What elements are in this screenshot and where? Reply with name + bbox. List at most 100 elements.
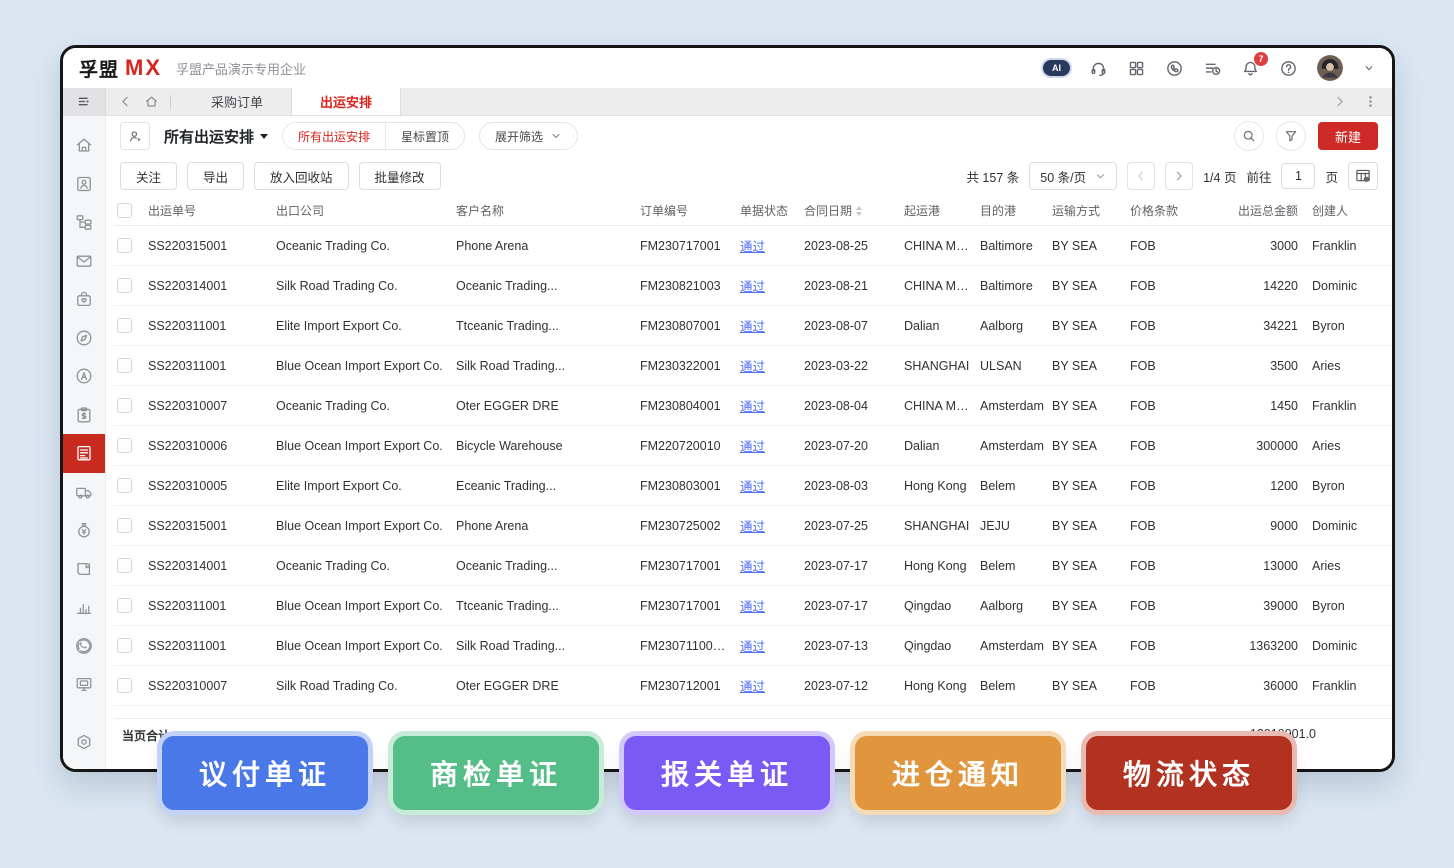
sidebar-item-compass[interactable] — [63, 319, 105, 358]
table-row[interactable]: SS220311001Elite Import Export Co.Ttcean… — [114, 306, 1392, 346]
sidebar-item-home[interactable] — [63, 126, 105, 165]
status-link[interactable]: 通过 — [740, 680, 765, 694]
flow-button-3[interactable]: 报关单证 — [624, 736, 830, 810]
tab-shipping-arrangement[interactable]: 出运安排 — [292, 88, 401, 115]
column-header-status[interactable]: 单据状态 — [740, 202, 804, 219]
filter-funnel-icon[interactable] — [1276, 121, 1306, 151]
status-link[interactable]: 通过 — [740, 400, 765, 414]
tab-purchase-orders[interactable]: 采购订单 — [183, 88, 292, 115]
row-checkbox[interactable] — [117, 678, 132, 693]
row-checkbox[interactable] — [117, 438, 132, 453]
page-size-select[interactable]: 50 条/页 — [1029, 162, 1117, 190]
column-header-exporter[interactable]: 出口公司 — [276, 202, 456, 219]
ai-assistant-icon[interactable]: AI — [1043, 60, 1070, 76]
row-checkbox[interactable] — [117, 278, 132, 293]
table-row[interactable]: SS220310007Oceanic Trading Co.Oter EGGER… — [114, 386, 1392, 426]
more-options-icon[interactable] — [1363, 94, 1378, 109]
status-link[interactable]: 通过 — [740, 240, 765, 254]
search-icon[interactable] — [1234, 121, 1264, 151]
view-title-dropdown[interactable]: 所有出运安排 — [164, 126, 268, 147]
sidebar-item-shipping[interactable] — [63, 434, 105, 473]
status-link[interactable]: 通过 — [740, 360, 765, 374]
bell-icon[interactable]: 7 — [1241, 59, 1260, 78]
chevron-left-icon[interactable] — [118, 94, 133, 109]
expand-filter-button[interactable]: 展开筛选 — [479, 122, 578, 150]
status-link[interactable]: 通过 — [740, 640, 765, 654]
chevron-right-icon[interactable] — [1332, 94, 1347, 109]
row-checkbox[interactable] — [117, 478, 132, 493]
select-all-checkbox[interactable] — [117, 203, 132, 218]
sidebar-item-org-structure[interactable] — [63, 203, 105, 242]
status-link[interactable]: 通过 — [740, 440, 765, 454]
row-checkbox[interactable] — [117, 558, 132, 573]
table-settings-icon[interactable] — [1348, 162, 1378, 190]
home-icon[interactable] — [144, 94, 159, 109]
column-header-date[interactable]: 合同日期 — [804, 202, 904, 219]
table-row[interactable]: SS220315001Blue Ocean Import Export Co.P… — [114, 506, 1392, 546]
table-row[interactable]: SS220311001Blue Ocean Import Export Co.T… — [114, 586, 1392, 626]
user-avatar[interactable] — [1317, 55, 1343, 81]
status-link[interactable]: 通过 — [740, 560, 765, 574]
flow-button-2[interactable]: 商检单证 — [393, 736, 599, 810]
sidebar-item-display[interactable] — [63, 665, 105, 704]
sidebar-item-products[interactable] — [63, 280, 105, 319]
table-row[interactable]: SS220311001Blue Ocean Import Export Co.S… — [114, 346, 1392, 386]
row-checkbox[interactable] — [117, 638, 132, 653]
row-checkbox[interactable] — [117, 398, 132, 413]
sidebar-item-settings[interactable] — [63, 723, 105, 762]
prev-page-button[interactable] — [1127, 162, 1155, 190]
goto-page-input[interactable] — [1281, 163, 1315, 189]
follow-button[interactable]: 关注 — [120, 162, 177, 190]
column-header-terms[interactable]: 价格条款 — [1130, 202, 1202, 219]
phone-icon[interactable] — [1165, 59, 1184, 78]
row-checkbox[interactable] — [117, 518, 132, 533]
sidebar-item-whatsapp[interactable] — [63, 627, 105, 666]
flow-button-5[interactable]: 物流状态 — [1086, 736, 1292, 810]
sidebar-item-logistics[interactable] — [63, 473, 105, 512]
recycle-bin-button[interactable]: 放入回收站 — [254, 162, 349, 190]
row-checkbox[interactable] — [117, 318, 132, 333]
column-header-pod[interactable]: 目的港 — [980, 202, 1052, 219]
table-row[interactable]: SS220315001Oceanic Trading Co.Phone Aren… — [114, 226, 1392, 266]
flow-button-1[interactable]: 议付单证 — [162, 736, 368, 810]
create-new-button[interactable]: 新建 — [1318, 122, 1378, 150]
flow-button-4[interactable]: 进仓通知 — [855, 736, 1061, 810]
task-list-icon[interactable] — [1203, 59, 1222, 78]
table-row[interactable]: SS220314001Silk Road Trading Co.Oceanic … — [114, 266, 1392, 306]
headset-icon[interactable] — [1089, 59, 1108, 78]
apps-grid-icon[interactable] — [1127, 59, 1146, 78]
sidebar-item-orders[interactable] — [63, 396, 105, 435]
sidebar-item-ledger[interactable] — [63, 550, 105, 589]
sort-icon[interactable] — [856, 206, 862, 216]
status-link[interactable]: 通过 — [740, 280, 765, 294]
column-header-pol[interactable]: 起运港 — [904, 202, 980, 219]
segment-starred[interactable]: 星标置顶 — [385, 123, 464, 149]
next-page-button[interactable] — [1165, 162, 1193, 190]
row-checkbox[interactable] — [117, 598, 132, 613]
sidebar-item-assistant[interactable] — [63, 357, 105, 396]
column-header-order[interactable]: 订单编号 — [640, 202, 740, 219]
row-checkbox[interactable] — [117, 358, 132, 373]
table-row[interactable]: SS220310005Elite Import Export Co.Eceani… — [114, 466, 1392, 506]
row-checkbox[interactable] — [117, 238, 132, 253]
sidebar-item-mail[interactable] — [63, 242, 105, 281]
status-link[interactable]: 通过 — [740, 320, 765, 334]
table-row[interactable]: SS220311001Blue Ocean Import Export Co.S… — [114, 626, 1392, 666]
status-link[interactable]: 通过 — [740, 600, 765, 614]
sidebar-item-customers[interactable] — [63, 165, 105, 204]
help-icon[interactable] — [1279, 59, 1298, 78]
sidebar-collapse-button[interactable] — [63, 88, 106, 115]
status-link[interactable]: 通过 — [740, 520, 765, 534]
table-row[interactable]: SS220310007Silk Road Trading Co.Oter EGG… — [114, 666, 1392, 706]
column-header-transport[interactable]: 运输方式 — [1052, 202, 1130, 219]
batch-edit-button[interactable]: 批量修改 — [359, 162, 441, 190]
sidebar-item-reports[interactable] — [63, 588, 105, 627]
segment-all-shipments[interactable]: 所有出运安排 — [283, 123, 385, 149]
status-link[interactable]: 通过 — [740, 480, 765, 494]
column-header-amount[interactable]: 出运总金额 — [1202, 202, 1312, 219]
person-filter-button[interactable] — [120, 122, 150, 150]
table-row[interactable]: SS220310006Blue Ocean Import Export Co.B… — [114, 426, 1392, 466]
chevron-down-icon[interactable] — [1362, 61, 1376, 75]
column-header-customer[interactable]: 客户名称 — [456, 202, 640, 219]
column-header-creator[interactable]: 创建人 — [1312, 202, 1388, 219]
